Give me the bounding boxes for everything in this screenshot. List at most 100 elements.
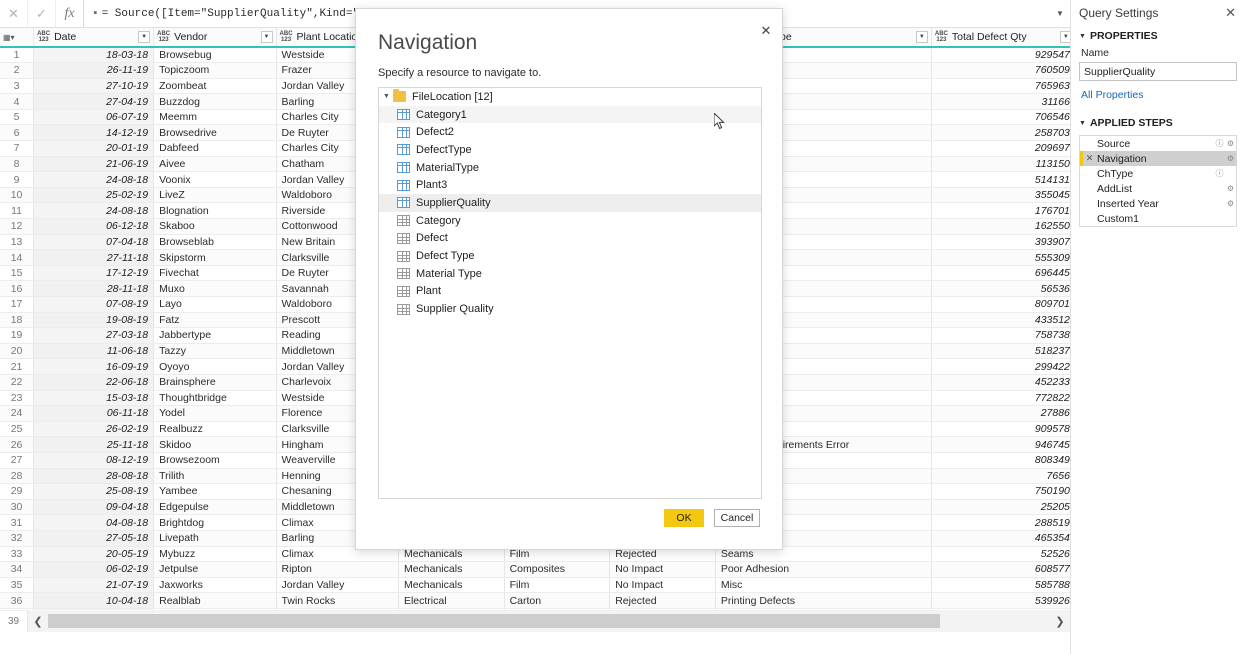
cell-total-defect-qty[interactable]: 706546 <box>931 109 1070 126</box>
column-header-total-defect-qty[interactable]: ABC 123 Total Defect Qty ▼ <box>931 28 1070 48</box>
cell-vendor[interactable]: Dabfeed <box>153 140 277 157</box>
applied-step[interactable]: Custom1 <box>1080 211 1236 226</box>
cell-date[interactable]: 19-08-19 <box>33 312 155 329</box>
cell-total-defect-qty[interactable]: 113150 <box>931 156 1070 173</box>
cell-date[interactable]: 06-02-19 <box>33 561 155 578</box>
column-header-vendor[interactable]: ABC 123 Vendor ▼ <box>153 28 277 48</box>
cell-date[interactable]: 27-03-18 <box>33 327 155 344</box>
cell-defect-impact[interactable]: Rejected <box>609 592 716 609</box>
column-header-date[interactable]: ABC 123 Date ▼ <box>33 28 155 48</box>
cell-defect-impact[interactable]: No Impact <box>609 577 716 594</box>
cell-material-type[interactable]: Carton <box>504 592 611 609</box>
cell-vendor[interactable]: Browsedrive <box>153 124 277 142</box>
cell-defect-type[interactable]: Poor Adhesion <box>715 561 932 578</box>
chevron-left-icon[interactable]: ❮ <box>28 615 48 628</box>
tree-item-material-type[interactable]: Material Type <box>379 265 761 283</box>
cell-vendor[interactable]: Browseblab <box>153 234 277 251</box>
cell-vendor[interactable]: Topiczoom <box>153 62 277 79</box>
grid-corner-button[interactable]: ▦▾ <box>0 28 35 48</box>
row-number[interactable]: 20 <box>0 343 35 360</box>
tree-item-plant3[interactable]: Plant3 <box>379 176 761 194</box>
cell-date[interactable]: 11-06-18 <box>33 343 155 360</box>
check-icon[interactable]: ✓ <box>28 0 56 27</box>
cell-total-defect-qty[interactable]: 929547 <box>931 47 1070 64</box>
cell-vendor[interactable]: Fivechat <box>153 265 277 282</box>
hscroll-track[interactable] <box>48 614 1050 628</box>
cell-vendor[interactable]: Fatz <box>153 312 277 329</box>
tree-item-defecttype[interactable]: DefectType <box>379 141 761 159</box>
cell-vendor[interactable]: Browsebug <box>153 47 277 64</box>
row-number[interactable]: 34 <box>0 561 35 578</box>
cell-date[interactable]: 15-03-18 <box>33 390 155 407</box>
cell-date[interactable]: 26-11-19 <box>33 62 155 79</box>
cell-vendor[interactable]: Livepath <box>153 530 277 547</box>
cell-vendor[interactable]: Jaxworks <box>153 577 277 594</box>
cell-material-type[interactable]: Composites <box>504 561 611 578</box>
cell-date[interactable]: 06-07-19 <box>33 109 155 126</box>
cell-vendor[interactable]: Tazzy <box>153 343 277 360</box>
cell-date[interactable]: 22-06-18 <box>33 374 155 391</box>
cancel-button[interactable]: Cancel <box>714 509 760 527</box>
cell-total-defect-qty[interactable]: 808349 <box>931 452 1070 469</box>
cell-vendor[interactable]: Edgepulse <box>153 499 277 516</box>
cell-date[interactable]: 07-08-19 <box>33 296 155 313</box>
row-number[interactable]: 33 <box>0 546 35 563</box>
row-number[interactable]: 35 <box>0 577 35 594</box>
row-number[interactable]: 18 <box>0 312 35 329</box>
cell-total-defect-qty[interactable]: 946745 <box>931 436 1070 453</box>
cell-defect-type[interactable]: Misc <box>715 577 932 594</box>
cell-total-defect-qty[interactable]: 539926 <box>931 592 1070 609</box>
row-number[interactable]: 7 <box>0 140 35 157</box>
row-number[interactable]: 4 <box>0 93 35 110</box>
row-number[interactable]: 10 <box>0 187 35 204</box>
filter-dropdown-icon[interactable]: ▼ <box>915 31 928 43</box>
tree-item-supplierquality[interactable]: SupplierQuality <box>379 194 761 212</box>
cell-total-defect-qty[interactable]: 760509 <box>931 62 1070 79</box>
properties-section-header[interactable]: ▼ PROPERTIES <box>1079 30 1236 42</box>
hscroll-thumb[interactable] <box>48 614 940 628</box>
row-number[interactable]: 36 <box>0 592 35 609</box>
fx-icon[interactable]: fx <box>56 0 84 27</box>
cell-total-defect-qty[interactable]: 56536 <box>931 280 1070 297</box>
cell-total-defect-qty[interactable]: 585788 <box>931 577 1070 594</box>
cell-category[interactable]: Electrical <box>398 592 505 609</box>
cell-vendor[interactable]: Trilith <box>153 468 277 485</box>
cell-date[interactable]: 26-02-19 <box>33 421 155 438</box>
row-number[interactable]: 28 <box>0 468 35 485</box>
cell-vendor[interactable]: Mybuzz <box>153 546 277 563</box>
row-number[interactable]: 15 <box>0 265 35 282</box>
cell-vendor[interactable]: Brightdog <box>153 514 277 531</box>
row-number[interactable]: 21 <box>0 358 35 375</box>
row-number[interactable]: 5 <box>0 109 35 126</box>
cell-vendor[interactable]: Yambee <box>153 483 277 500</box>
cell-date[interactable]: 21-06-19 <box>33 156 155 173</box>
resource-tree[interactable]: ▼ FileLocation [12] Category1 Defect2 Defe… <box>378 87 762 499</box>
cell-date[interactable]: 25-08-19 <box>33 483 155 500</box>
cell-total-defect-qty[interactable]: 355045 <box>931 187 1070 204</box>
cell-vendor[interactable]: Brainsphere <box>153 374 277 391</box>
cell-total-defect-qty[interactable]: 514131 <box>931 171 1070 188</box>
cell-vendor[interactable]: Skaboo <box>153 218 277 235</box>
gear-icon[interactable]: ⚙ <box>1225 154 1236 163</box>
cell-date[interactable]: 18-03-18 <box>33 47 155 64</box>
cell-total-defect-qty[interactable]: 162550 <box>931 218 1070 235</box>
cell-vendor[interactable]: Jetpulse <box>153 561 277 578</box>
cell-date[interactable]: 20-05-19 <box>33 546 155 563</box>
cell-vendor[interactable]: Aivee <box>153 156 277 173</box>
row-number[interactable]: 14 <box>0 249 35 266</box>
cell-date[interactable]: 16-09-19 <box>33 358 155 375</box>
applied-step[interactable]: Source ⓘ ⚙ <box>1080 136 1236 151</box>
chevron-right-icon[interactable]: ❯ <box>1050 615 1070 628</box>
filter-dropdown-icon[interactable]: ▼ <box>138 31 151 43</box>
cell-total-defect-qty[interactable]: 209697 <box>931 140 1070 157</box>
cell-vendor[interactable]: Zoombeat <box>153 78 277 95</box>
chevron-down-icon[interactable]: ▼ <box>1050 0 1070 27</box>
row-number[interactable]: 25 <box>0 421 35 438</box>
tree-item-category1[interactable]: Category1 <box>379 105 761 124</box>
cell-total-defect-qty[interactable]: 750190 <box>931 483 1070 500</box>
cell-date[interactable]: 06-12-18 <box>33 218 155 235</box>
cell-total-defect-qty[interactable]: 288519 <box>931 514 1070 531</box>
cell-vendor[interactable]: LiveZ <box>153 187 277 204</box>
cell-material-type[interactable]: Film <box>504 577 611 594</box>
cell-total-defect-qty[interactable]: 758738 <box>931 327 1070 344</box>
